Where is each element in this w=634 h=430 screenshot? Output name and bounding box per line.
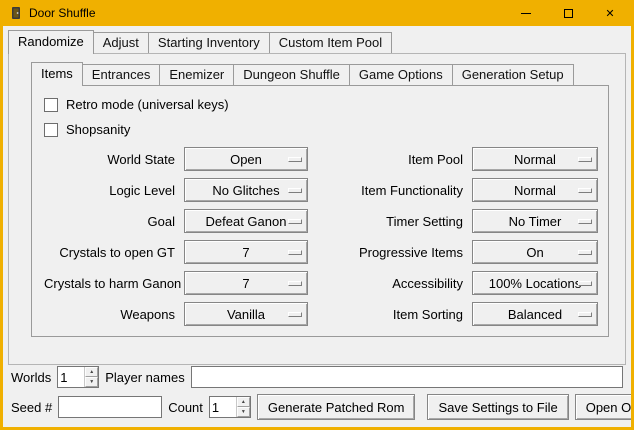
randomize-pane: Items Entrances Enemizer Dungeon Shuffle… — [8, 53, 626, 365]
generate-patched-rom-button[interactable]: Generate Patched Rom — [257, 394, 416, 420]
tab-generation-setup[interactable]: Generation Setup — [452, 64, 574, 85]
tab-entrances[interactable]: Entrances — [82, 64, 161, 85]
player-names-input[interactable] — [191, 366, 623, 388]
dropdown-indicator-icon — [578, 188, 592, 193]
items-pane: Retro mode (universal keys) Shopsanity W… — [31, 85, 609, 337]
timer-setting-value: No Timer — [509, 214, 562, 229]
world-state-label: World State — [44, 152, 184, 167]
item-functionality-label: Item Functionality — [332, 183, 472, 198]
shopsanity-checkbox-label: Shopsanity — [66, 122, 130, 137]
dropdown-indicator-icon — [288, 188, 302, 193]
accessibility-value: 100% Locations — [489, 276, 582, 291]
worlds-spin-input[interactable] — [58, 367, 84, 387]
dropdown-indicator-icon — [288, 157, 302, 162]
goal-dropdown[interactable]: Defeat Ganon — [184, 209, 308, 233]
items-form: World State Open Item Pool Normal Logic … — [44, 147, 596, 326]
weapons-value: Vanilla — [227, 307, 265, 322]
timer-setting-label: Timer Setting — [332, 214, 472, 229]
progressive-items-dropdown[interactable]: On — [472, 240, 598, 264]
app-icon — [8, 5, 24, 21]
seed-input[interactable] — [58, 396, 162, 418]
bottom-bar: Worlds ▲ ▼ Player names Seed # Count ▲ ▼ — [3, 366, 631, 427]
dropdown-indicator-icon — [288, 250, 302, 255]
dropdown-indicator-icon — [578, 281, 592, 286]
worlds-label: Worlds — [11, 370, 51, 385]
maximize-button[interactable] — [547, 0, 589, 26]
world-state-dropdown[interactable]: Open — [184, 147, 308, 171]
accessibility-label: Accessibility — [332, 276, 472, 291]
progressive-items-value: On — [526, 245, 543, 260]
crystals-open-gt-dropdown[interactable]: 7 — [184, 240, 308, 264]
dropdown-indicator-icon — [578, 312, 592, 317]
crystals-harm-ganon-label: Crystals to harm Ganon — [44, 276, 184, 291]
dropdown-indicator-icon — [578, 219, 592, 224]
tab-randomize[interactable]: Randomize — [8, 30, 94, 54]
world-state-value: Open — [230, 152, 262, 167]
count-spin-up-icon[interactable]: ▲ — [237, 397, 250, 407]
dropdown-indicator-icon — [288, 219, 302, 224]
logic-level-dropdown[interactable]: No Glitches — [184, 178, 308, 202]
close-icon: ✕ — [605, 8, 614, 19]
dropdown-indicator-icon — [578, 157, 592, 162]
item-sorting-value: Balanced — [508, 307, 562, 322]
dropdown-indicator-icon — [288, 281, 302, 286]
worlds-spin-up-icon[interactable]: ▲ — [85, 367, 98, 377]
logic-level-value: No Glitches — [212, 183, 279, 198]
item-functionality-value: Normal — [514, 183, 556, 198]
save-settings-button[interactable]: Save Settings to File — [427, 394, 568, 420]
worlds-spin-down-icon[interactable]: ▼ — [85, 377, 98, 387]
dropdown-indicator-icon — [578, 250, 592, 255]
outer-tabbar: Randomize Adjust Starting Inventory Cust… — [8, 30, 626, 53]
crystals-open-gt-label: Crystals to open GT — [44, 245, 184, 260]
tab-adjust[interactable]: Adjust — [93, 32, 149, 53]
weapons-label: Weapons — [44, 307, 184, 322]
worlds-spinbox[interactable]: ▲ ▼ — [57, 366, 99, 388]
item-sorting-label: Item Sorting — [332, 307, 472, 322]
item-pool-label: Item Pool — [332, 152, 472, 167]
item-functionality-dropdown[interactable]: Normal — [472, 178, 598, 202]
player-names-label: Player names — [105, 370, 184, 385]
tab-enemizer[interactable]: Enemizer — [159, 64, 234, 85]
shopsanity-checkbox[interactable]: Shopsanity — [44, 122, 596, 137]
inner-tabbar: Items Entrances Enemizer Dungeon Shuffle… — [31, 62, 617, 85]
app-window: Door Shuffle ✕ Randomize Adjust Starting… — [0, 0, 634, 430]
minimize-icon — [521, 13, 531, 14]
close-button[interactable]: ✕ — [589, 0, 631, 26]
crystals-harm-ganon-dropdown[interactable]: 7 — [184, 271, 308, 295]
tab-starting-inventory[interactable]: Starting Inventory — [148, 32, 270, 53]
logic-level-label: Logic Level — [44, 183, 184, 198]
count-label: Count — [168, 400, 203, 415]
window-title: Door Shuffle — [29, 6, 96, 20]
timer-setting-dropdown[interactable]: No Timer — [472, 209, 598, 233]
goal-label: Goal — [44, 214, 184, 229]
item-sorting-dropdown[interactable]: Balanced — [472, 302, 598, 326]
count-spinbox[interactable]: ▲ ▼ — [209, 396, 251, 418]
tab-custom-item-pool[interactable]: Custom Item Pool — [269, 32, 392, 53]
progressive-items-label: Progressive Items — [332, 245, 472, 260]
crystals-open-gt-value: 7 — [242, 245, 249, 260]
item-pool-dropdown[interactable]: Normal — [472, 147, 598, 171]
tab-dungeon-shuffle[interactable]: Dungeon Shuffle — [233, 64, 350, 85]
accessibility-dropdown[interactable]: 100% Locations — [472, 271, 598, 295]
tab-items[interactable]: Items — [31, 62, 83, 86]
maximize-icon — [564, 9, 573, 18]
count-spin-down-icon[interactable]: ▼ — [237, 407, 250, 417]
item-pool-value: Normal — [514, 152, 556, 167]
retro-mode-checkbox-label: Retro mode (universal keys) — [66, 97, 229, 112]
crystals-harm-ganon-value: 7 — [242, 276, 249, 291]
dropdown-indicator-icon — [288, 312, 302, 317]
retro-mode-checkbox-box[interactable] — [44, 98, 58, 112]
weapons-dropdown[interactable]: Vanilla — [184, 302, 308, 326]
shopsanity-checkbox-box[interactable] — [44, 123, 58, 137]
seed-label: Seed # — [11, 400, 52, 415]
count-spin-input[interactable] — [210, 397, 236, 417]
titlebar[interactable]: Door Shuffle ✕ — [3, 0, 631, 26]
open-output-directory-button[interactable]: Open Output Directory — [575, 394, 634, 420]
goal-value: Defeat Ganon — [206, 214, 287, 229]
tab-game-options[interactable]: Game Options — [349, 64, 453, 85]
retro-mode-checkbox[interactable]: Retro mode (universal keys) — [44, 97, 596, 112]
minimize-button[interactable] — [505, 0, 547, 26]
